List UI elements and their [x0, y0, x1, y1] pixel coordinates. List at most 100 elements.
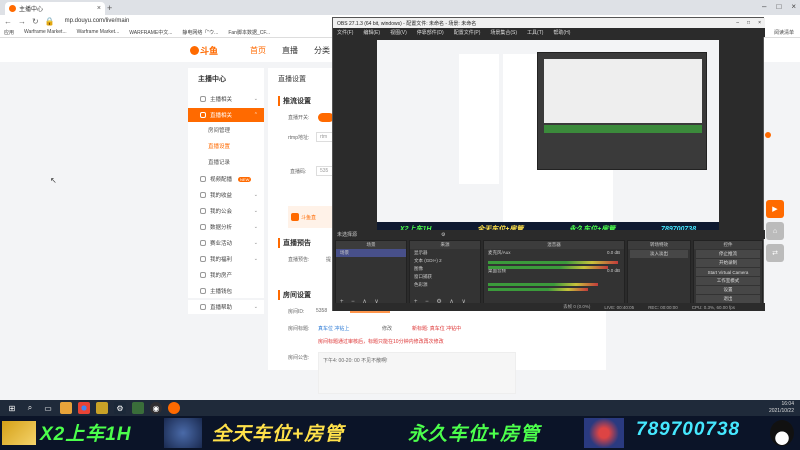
- sidebar-item-welfare[interactable]: 我的福利 ⌄: [188, 252, 264, 266]
- reload-icon[interactable]: ↻: [32, 17, 39, 26]
- windows-icon[interactable]: ⊞: [6, 402, 18, 414]
- minimize-icon[interactable]: –: [736, 20, 739, 26]
- bookmark[interactable]: Warframe Market...: [77, 29, 120, 35]
- logo-fish-icon: [190, 45, 199, 55]
- start-recording-button[interactable]: 开始录制: [696, 259, 760, 267]
- bookmark[interactable]: WARFRAME中文...: [129, 29, 172, 36]
- minimize-icon[interactable]: –: [762, 2, 766, 11]
- sidebar-item-income[interactable]: 我的收益 ⌄: [188, 188, 264, 202]
- bookmark[interactable]: Warframe Market...: [24, 29, 67, 35]
- steam-icon[interactable]: ⚙: [114, 402, 126, 414]
- sidebar-item-video[interactable]: 视频配播 NEW: [188, 172, 264, 186]
- room-title-label: 房间标题:: [288, 326, 310, 332]
- home-icon[interactable]: ⌂: [766, 222, 784, 240]
- source-item[interactable]: 色彩源: [410, 281, 480, 289]
- play-icon[interactable]: ▶: [766, 200, 784, 218]
- menu-item[interactable]: 场景集合(S): [490, 29, 517, 36]
- modify-link[interactable]: 修改: [382, 325, 392, 332]
- virtual-camera-button[interactable]: Start Virtual Camera: [696, 268, 760, 276]
- scene-item[interactable]: 场景: [336, 249, 406, 257]
- close-window-icon[interactable]: ×: [791, 2, 796, 11]
- studio-mode-button[interactable]: 工作室模式: [696, 277, 760, 285]
- menu-item[interactable]: 停靠部件(D): [417, 29, 444, 36]
- notice-textarea[interactable]: 下午4: 00-20: 00 不见不散啊!: [318, 352, 516, 394]
- bookmark[interactable]: 应用: [4, 29, 14, 36]
- sidebar-sub-settings[interactable]: 直播设置: [208, 142, 230, 150]
- sidebar-item-help[interactable]: 直播帮助 ⌄: [188, 300, 264, 314]
- browser-tab[interactable]: 主播中心 ×: [5, 2, 105, 15]
- folder-icon[interactable]: [60, 402, 72, 414]
- scenes-header: 场景: [336, 241, 406, 249]
- search-icon[interactable]: ⌕: [24, 402, 36, 414]
- source-item[interactable]: 窗口捕获: [410, 273, 480, 281]
- room-title-value: 真车位 冲钻上: [318, 326, 350, 332]
- scenes-dock: 场景 场景 + − ∧ ∨: [335, 240, 407, 308]
- menu-item[interactable]: 编辑(E): [363, 29, 380, 36]
- nav-category[interactable]: 分类: [314, 45, 330, 56]
- nav-live[interactable]: 直播: [282, 45, 298, 56]
- douyu-icon[interactable]: [168, 402, 180, 414]
- task-view-icon[interactable]: ▭: [42, 402, 54, 414]
- obs-title-text: OBS 27.1.3 (64 bit, windows) - 配置文件: 未命名…: [337, 20, 477, 27]
- douyu-logo[interactable]: 斗鱼: [190, 41, 226, 59]
- obs-preview[interactable]: X2上车1H 全天车位+房管 永久车位+房管 789700738: [377, 40, 719, 236]
- menu-item[interactable]: 文件(F): [337, 29, 353, 36]
- sidebar-item-guild[interactable]: 我的公会 ⌄: [188, 204, 264, 218]
- forward-icon[interactable]: →: [18, 17, 26, 26]
- sidebar-item-events[interactable]: 赛业活动 ⌄: [188, 236, 264, 250]
- sidebar-item-wallet[interactable]: 主播钱包: [188, 284, 264, 298]
- game-launcher-icon[interactable]: [132, 402, 144, 414]
- gear-icon[interactable]: ⚙: [441, 232, 445, 238]
- source-item[interactable]: 图像: [410, 265, 480, 273]
- status-rec: REC: 00:00:00: [648, 304, 678, 310]
- close-tab-icon[interactable]: ×: [97, 5, 101, 12]
- sidebar-title: 主播中心: [198, 76, 226, 83]
- menu-item[interactable]: 视图(V): [390, 29, 407, 36]
- obs-icon[interactable]: ◉: [150, 402, 162, 414]
- menu-item[interactable]: 工具(T): [527, 29, 543, 36]
- source-item[interactable]: 显示器: [410, 249, 480, 257]
- url-input[interactable]: mp.douyu.com/live/main: [65, 18, 130, 24]
- sidebar-item-house[interactable]: 我的房产: [188, 268, 264, 282]
- preview-sidebar: [459, 54, 499, 184]
- new-tab-button[interactable]: +: [107, 3, 112, 13]
- sidebar-item-label: 直播帮助: [210, 305, 233, 311]
- car-image: [164, 418, 202, 448]
- status-live: LIVE: 00:40:05: [604, 304, 635, 310]
- mixer-track: 麦克风/Aux 0.0 dB: [484, 249, 624, 257]
- exit-button[interactable]: 退出: [696, 295, 760, 303]
- game-icon[interactable]: [96, 402, 108, 414]
- track-name: 麦克风/Aux: [488, 250, 511, 255]
- obs-window: OBS 27.1.3 (64 bit, windows) - 配置文件: 未命名…: [332, 17, 765, 311]
- stop-stream-button[interactable]: 停止推流: [696, 250, 760, 258]
- maximize-icon[interactable]: □: [747, 20, 750, 26]
- sidebar-sub-room[interactable]: 房间管理: [208, 126, 230, 134]
- menu-item[interactable]: 帮助(H): [553, 29, 570, 36]
- chrome-icon[interactable]: [78, 402, 90, 414]
- system-tray-clock[interactable]: 16:04 2021/10/22: [769, 401, 794, 415]
- audio-meter: [488, 261, 618, 264]
- nav-home[interactable]: 首页: [250, 45, 266, 56]
- reading-list[interactable]: 阅读清单: [774, 29, 794, 36]
- sidebar-item-anchor[interactable]: 主播相关 ⌄: [188, 92, 264, 106]
- bookmark[interactable]: Fan脚本数据_CF...: [228, 29, 270, 36]
- share-icon[interactable]: ⇄: [766, 244, 784, 262]
- bookmark[interactable]: 静电网络「"ウ...: [182, 29, 218, 36]
- source-item[interactable]: 文本 (GDI+) 2: [410, 257, 480, 265]
- sidebar-item-live[interactable]: 直播相关 ⌃: [188, 108, 264, 122]
- nested-meter: [544, 125, 702, 133]
- new-badge: NEW: [238, 176, 252, 182]
- close-window-icon[interactable]: ×: [758, 20, 761, 26]
- settings-button[interactable]: 设置: [696, 286, 760, 294]
- sidebar-item-data[interactable]: 数据分析 ⌄: [188, 220, 264, 234]
- notice-label: 房间公告:: [288, 355, 310, 361]
- maximize-icon[interactable]: □: [776, 2, 781, 11]
- menu-item[interactable]: 配置文件(P): [454, 29, 481, 36]
- controls-header: 控件: [694, 241, 762, 249]
- back-icon[interactable]: ←: [4, 17, 12, 26]
- title-warning: 房间标题通过审核后，标题只能在10分钟内修改再次修改: [318, 339, 444, 345]
- sidebar-sub-records[interactable]: 直播记录: [208, 158, 230, 166]
- douyu-tool-card[interactable]: 斗鱼直: [288, 206, 336, 228]
- transition-select[interactable]: 淡入淡出: [630, 250, 688, 258]
- douyu-favicon-icon: [9, 5, 16, 12]
